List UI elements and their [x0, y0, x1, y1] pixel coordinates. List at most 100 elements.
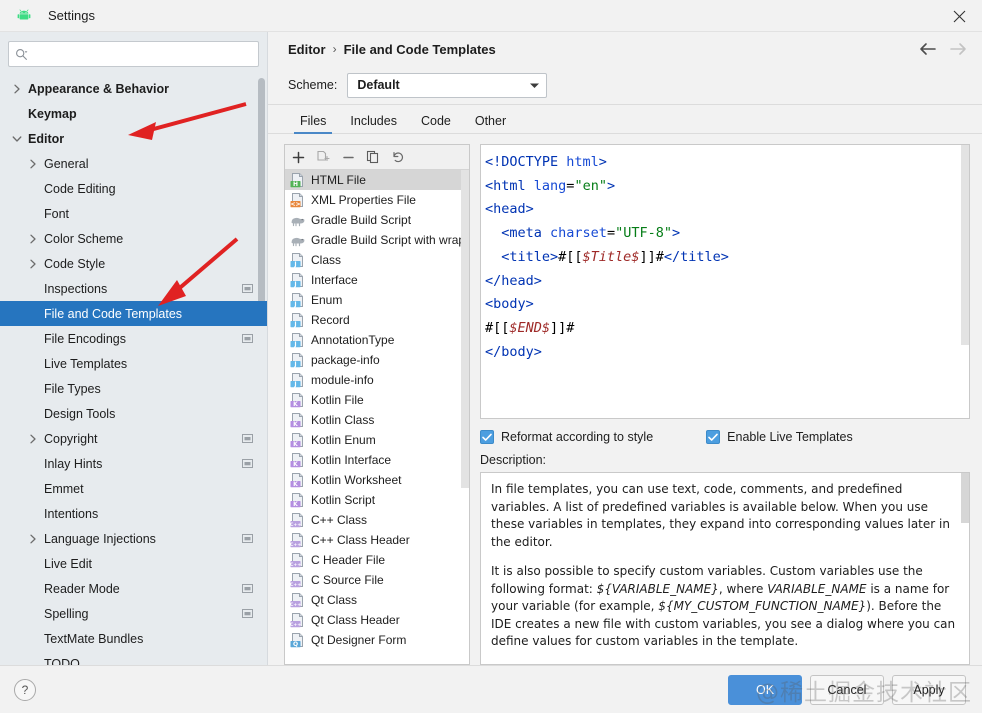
tab-files[interactable]: Files — [288, 114, 338, 134]
description-scrollbar[interactable] — [961, 473, 969, 523]
sidebar-item-inspections[interactable]: Inspections — [0, 276, 267, 301]
sidebar-item-textmate-bundles[interactable]: TextMate Bundles — [0, 626, 267, 651]
template-list-item[interactable]: C++ Qt Class Header — [285, 610, 469, 630]
undo-icon[interactable] — [390, 149, 406, 165]
sidebar-item-live-templates[interactable]: Live Templates — [0, 351, 267, 376]
sidebar-item-code-editing[interactable]: Code Editing — [0, 176, 267, 201]
breadcrumb-parent[interactable]: Editor — [288, 42, 326, 57]
tab-code[interactable]: Code — [409, 114, 463, 134]
sidebar-item-language-injections[interactable]: Language Injections — [0, 526, 267, 551]
template-list-item[interactable]: Gradle Build Script — [285, 210, 469, 230]
arrow-right-icon — [948, 42, 968, 56]
chevron-right-icon[interactable] — [26, 226, 40, 251]
template-list-item[interactable]: J Interface — [285, 270, 469, 290]
template-list-item[interactable]: C++ C Source File — [285, 570, 469, 590]
scheme-value: Default — [357, 78, 400, 92]
template-list-item[interactable]: Jpackage-info — [285, 350, 469, 370]
chevron-right-icon[interactable] — [26, 251, 40, 276]
sidebar-item-label: Inspections — [44, 281, 108, 296]
template-list-item[interactable]: C++ C++ Class — [285, 510, 469, 530]
sidebar-item-code-style[interactable]: Code Style — [0, 251, 267, 276]
settings-tree[interactable]: Appearance & Behavior Keymap Editor General… — [0, 74, 267, 665]
sidebar-item-file-types[interactable]: File Types — [0, 376, 267, 401]
code-token-plain: #[[ — [485, 319, 510, 336]
scheme-dropdown[interactable]: Default — [347, 72, 548, 98]
chevron-right-icon[interactable] — [10, 76, 24, 101]
search-input[interactable] — [32, 42, 252, 66]
minus-icon[interactable] — [340, 149, 356, 165]
template-list-item[interactable]: Q Qt Designer Form — [285, 630, 469, 650]
sidebar-item-keymap[interactable]: Keymap — [0, 101, 267, 126]
sidebar-item-todo[interactable]: TODO — [0, 651, 267, 666]
sidebar-item-file-encodings[interactable]: File Encodings — [0, 326, 267, 351]
chevron-right-icon[interactable] — [26, 151, 40, 176]
sidebar-item-reader-mode[interactable]: Reader Mode — [0, 576, 267, 601]
template-list-item[interactable]: J Enum — [285, 290, 469, 310]
copy-template-icon[interactable] — [315, 149, 331, 165]
sidebar-item-color-scheme[interactable]: Color Scheme — [0, 226, 267, 251]
chevron-right-icon[interactable] — [26, 426, 40, 451]
sidebar-item-editor[interactable]: Editor — [0, 126, 267, 151]
template-tabs[interactable]: Files Includes Code Other — [268, 104, 982, 134]
template-list-scrollbar[interactable] — [461, 170, 469, 488]
cancel-button[interactable]: Cancel — [810, 674, 884, 705]
sidebar-item-font[interactable]: Font — [0, 201, 267, 226]
template-list-item[interactable]: K Kotlin File — [285, 390, 469, 410]
sidebar-item-file-and-code-templates[interactable]: File and Code Templates — [0, 301, 267, 326]
sidebar-item-emmet[interactable]: Emmet — [0, 476, 267, 501]
search-box[interactable] — [8, 41, 259, 67]
template-list-item[interactable]: Gradle Build Script with wrapper — [285, 230, 469, 250]
close-icon[interactable] — [936, 0, 982, 32]
template-toolbar[interactable] — [285, 145, 469, 170]
reformat-checkbox[interactable]: Reformat according to style — [480, 430, 653, 444]
template-list-item[interactable]: J Record — [285, 310, 469, 330]
svg-text:K: K — [293, 401, 298, 408]
template-list-item[interactable]: K Kotlin Class — [285, 410, 469, 430]
apply-button[interactable]: Apply — [892, 674, 966, 705]
sidebar-item-intentions[interactable]: Intentions — [0, 501, 267, 526]
chevron-down-icon[interactable] — [10, 126, 24, 151]
template-list-item[interactable]: C++ C++ Class Header — [285, 530, 469, 550]
code-editor-scrollbar[interactable] — [961, 145, 969, 345]
plus-icon[interactable] — [290, 149, 306, 165]
tab-other[interactable]: Other — [463, 114, 518, 134]
chevron-right-icon[interactable] — [26, 526, 40, 551]
sidebar-item-inlay-hints[interactable]: Inlay Hints — [0, 451, 267, 476]
template-list-item[interactable]: C++ C Header File — [285, 550, 469, 570]
template-list-item[interactable]: H HTML File — [285, 170, 469, 190]
code-token-attr: html — [566, 154, 599, 170]
template-list-item[interactable]: <> XML Properties File — [285, 190, 469, 210]
template-list-item[interactable]: K Kotlin Interface — [285, 450, 469, 470]
code-line: #[[$END$]]# — [485, 317, 967, 341]
template-list-item[interactable]: C++ Qt Class — [285, 590, 469, 610]
arrow-left-icon[interactable] — [918, 42, 938, 56]
kotlin-file-icon: K — [290, 412, 306, 428]
template-list-item[interactable]: J AnnotationType — [285, 330, 469, 350]
svg-text:<>: <> — [290, 201, 300, 208]
template-list-item[interactable]: Jmodule-info — [285, 370, 469, 390]
sidebar-item-design-tools[interactable]: Design Tools — [0, 401, 267, 426]
sidebar-item-copyright[interactable]: Copyright — [0, 426, 267, 451]
sidebar-item-label: Live Templates — [44, 356, 128, 371]
svg-text:J: J — [293, 321, 296, 328]
sidebar-item-general[interactable]: General — [0, 151, 267, 176]
template-list-item-label: Kotlin Script — [311, 493, 376, 507]
settings-scope-icon — [242, 583, 253, 594]
tab-includes[interactable]: Includes — [338, 114, 409, 134]
template-list-item[interactable]: J Class — [285, 250, 469, 270]
live-templates-checkbox[interactable]: Enable Live Templates — [706, 430, 853, 444]
sidebar-item-spelling[interactable]: Spelling — [0, 601, 267, 626]
duplicate-icon[interactable] — [365, 149, 381, 165]
template-list-item[interactable]: K Kotlin Script — [285, 490, 469, 510]
template-list-item[interactable]: K Kotlin Enum — [285, 430, 469, 450]
help-button[interactable]: ? — [14, 678, 36, 701]
template-list-item-label: Kotlin Class — [311, 413, 375, 427]
template-code-editor[interactable]: <!DOCTYPE html> <html lang="en"> <head> <m… — [480, 144, 970, 419]
template-list[interactable]: H HTML File <> XML Properties File Gradle Bu… — [285, 170, 469, 664]
sidebar-item-appearance-behavior[interactable]: Appearance & Behavior — [0, 76, 267, 101]
description-paragraph: In file templates, you can use text, cod… — [491, 482, 950, 549]
sidebar-item-live-edit[interactable]: Live Edit — [0, 551, 267, 576]
template-list-item[interactable]: K Kotlin Worksheet — [285, 470, 469, 490]
ok-button[interactable]: OK — [728, 674, 802, 705]
